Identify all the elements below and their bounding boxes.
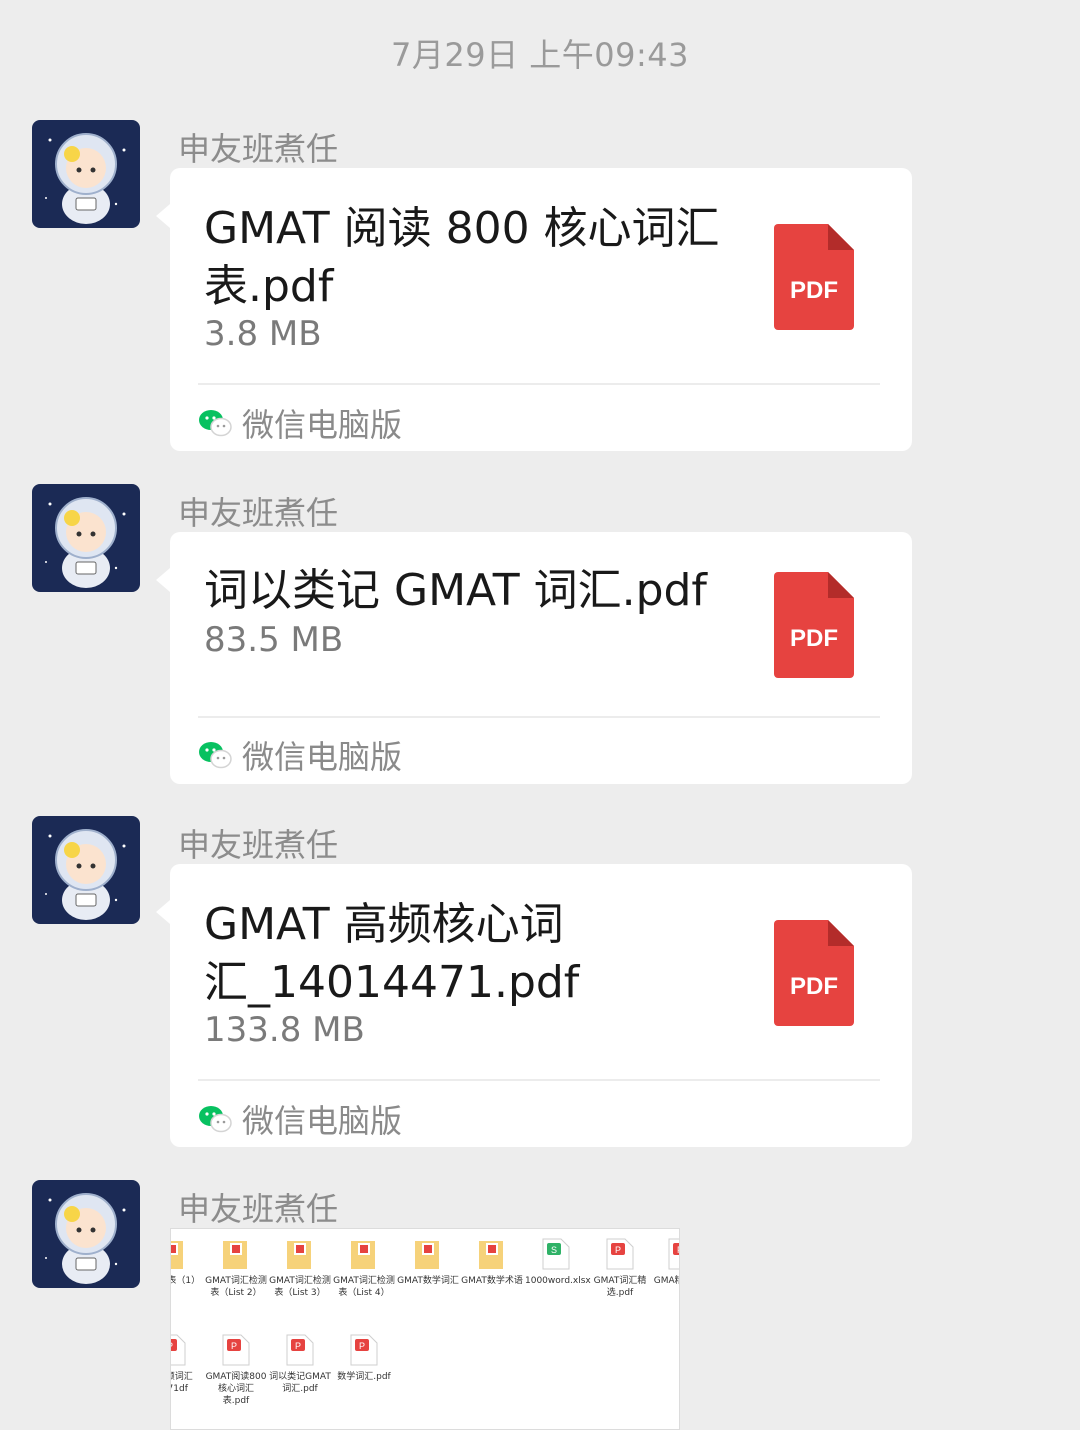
- wechat-icon: [199, 742, 232, 769]
- pdf-file-icon: P: [286, 1334, 314, 1366]
- pdf-file-icon: P: [170, 1334, 186, 1366]
- file-thumbnail-label: GMAT词汇检测表（List 3）: [269, 1276, 331, 1298]
- file-thumbnail: P 词以类记GMAT词汇.pdf: [269, 1333, 331, 1395]
- sender-name: 申友班煮任: [178, 1190, 339, 1228]
- svg-text:S: S: [551, 1245, 557, 1255]
- sender-name: 申友班煮任: [178, 130, 339, 168]
- svg-text:P: P: [170, 1341, 173, 1351]
- file-thumbnail: P GMAT词汇精选.pdf: [589, 1237, 651, 1299]
- file-thumbnail-label: T词汇表（1）: [170, 1276, 201, 1286]
- astronaut-avatar-icon: [32, 1180, 140, 1288]
- sender-name: 申友班煮任: [178, 494, 339, 532]
- folder-icon: [287, 1241, 311, 1269]
- wechat-icon: [199, 1106, 232, 1133]
- astronaut-avatar-icon: [32, 120, 140, 228]
- file-thumbnail-label: 词以类记GMAT词汇.pdf: [269, 1372, 331, 1394]
- divider: [198, 716, 880, 718]
- folder-icon: [223, 1241, 247, 1269]
- folder-icon: [171, 1241, 183, 1269]
- divider: [198, 383, 880, 385]
- source-app: 微信电脑版: [198, 732, 402, 778]
- file-name: 词以类记 GMAT 词汇.pdf: [204, 565, 707, 616]
- excel-file-icon: S: [542, 1238, 570, 1270]
- folder-icon: [415, 1241, 439, 1269]
- file-thumbnail: GMAT词汇检测表（List 3）: [269, 1237, 331, 1299]
- pdf-file-icon: PDF: [774, 572, 854, 678]
- file-thumbnail: GMAT词汇检测表（List 4）: [333, 1237, 395, 1299]
- avatar[interactable]: [32, 816, 140, 924]
- file-size: 3.8 MB: [204, 314, 322, 354]
- file-name: GMAT 阅读 800 核心词汇表.pdf: [204, 203, 720, 312]
- file-thumbnail: P GMA精选PDF: [651, 1237, 680, 1287]
- pdf-file-icon: P: [222, 1334, 250, 1366]
- file-thumbnail-label: 数学词汇.pdf: [337, 1372, 391, 1382]
- astronaut-avatar-icon: [32, 816, 140, 924]
- file-thumbnail-label: GMAT词汇检测表（List 4）: [333, 1276, 395, 1298]
- svg-text:P: P: [231, 1341, 237, 1351]
- pdf-file-icon: PDF: [774, 920, 854, 1026]
- avatar[interactable]: [32, 1180, 140, 1288]
- folder-icon: [479, 1241, 503, 1269]
- file-thumbnail: P T高频词汇4471df: [170, 1333, 203, 1395]
- source-label: 微信电脑版: [242, 1102, 403, 1140]
- file-size: 133.8 MB: [204, 1010, 365, 1050]
- file-thumbnail-label: GMA精选PDF: [653, 1276, 679, 1286]
- file-thumbnail-label: GMAT数学词汇: [397, 1276, 459, 1286]
- sender-name: 申友班煮任: [178, 826, 339, 864]
- timestamp: 7月29日 上午09:43: [391, 36, 689, 74]
- folder-icon: [351, 1241, 375, 1269]
- file-message-bubble[interactable]: GMAT 阅读 800 核心词汇表.pdf 3.8 MB PDF 微信电脑版: [156, 168, 912, 451]
- file-thumbnail-label: GMAT词汇精选.pdf: [593, 1276, 647, 1298]
- file-thumbnail-label: 1000word.xlsx: [525, 1276, 591, 1286]
- astronaut-avatar-icon: [32, 484, 140, 592]
- source-app: 微信电脑版: [198, 400, 402, 446]
- file-thumbnail-label: GMAT词汇检测表（List 2）: [205, 1276, 267, 1298]
- avatar[interactable]: [32, 120, 140, 228]
- file-thumbnail: T词汇表（1）: [170, 1237, 203, 1287]
- avatar[interactable]: [32, 484, 140, 592]
- wechat-icon: [199, 410, 232, 437]
- pdf-file-icon: PDF: [774, 224, 854, 330]
- pdf-icon-label: PDF: [790, 973, 838, 1000]
- pdf-file-icon: P: [668, 1238, 680, 1270]
- file-thumbnail: P 数学词汇.pdf: [333, 1333, 395, 1383]
- file-thumbnail: GMAT词汇检测表（List 2）: [205, 1237, 267, 1299]
- file-thumbnail: GMAT数学词汇: [397, 1237, 459, 1287]
- file-thumbnail-label: T高频词汇4471df: [171, 1372, 193, 1394]
- file-message-bubble[interactable]: 词以类记 GMAT 词汇.pdf 83.5 MB PDF 微信电脑版: [156, 532, 912, 784]
- pdf-file-icon: P: [606, 1238, 634, 1270]
- file-thumbnail-label: GMAT数学术语: [461, 1276, 523, 1286]
- image-message[interactable]: T词汇表（1） GMAT词汇检测表（List 2）GMAT词汇检测表（List 3…: [170, 1228, 680, 1430]
- source-app: 微信电脑版: [198, 1096, 402, 1142]
- svg-text:P: P: [295, 1341, 301, 1351]
- pdf-icon-label: PDF: [790, 625, 838, 652]
- source-label: 微信电脑版: [242, 406, 403, 444]
- file-thumbnail: GMAT数学术语: [461, 1237, 523, 1287]
- file-name: GMAT 高频核心词汇_14014471.pdf: [204, 899, 580, 1008]
- file-thumbnail-label: GMAT阅读800核心词汇表.pdf: [205, 1372, 267, 1406]
- source-label: 微信电脑版: [242, 738, 403, 776]
- divider: [198, 1079, 880, 1081]
- svg-text:P: P: [359, 1341, 365, 1351]
- pdf-icon-label: PDF: [790, 277, 838, 304]
- file-thumbnail: P GMAT阅读800核心词汇表.pdf: [205, 1333, 267, 1407]
- file-size: 83.5 MB: [204, 620, 344, 660]
- svg-text:P: P: [615, 1245, 621, 1255]
- file-thumbnail: S 1000word.xlsx: [525, 1237, 591, 1287]
- file-message-bubble[interactable]: GMAT 高频核心词汇_14014471.pdf 133.8 MB PDF 微信…: [156, 864, 912, 1147]
- svg-text:P: P: [677, 1245, 680, 1255]
- pdf-file-icon: P: [350, 1334, 378, 1366]
